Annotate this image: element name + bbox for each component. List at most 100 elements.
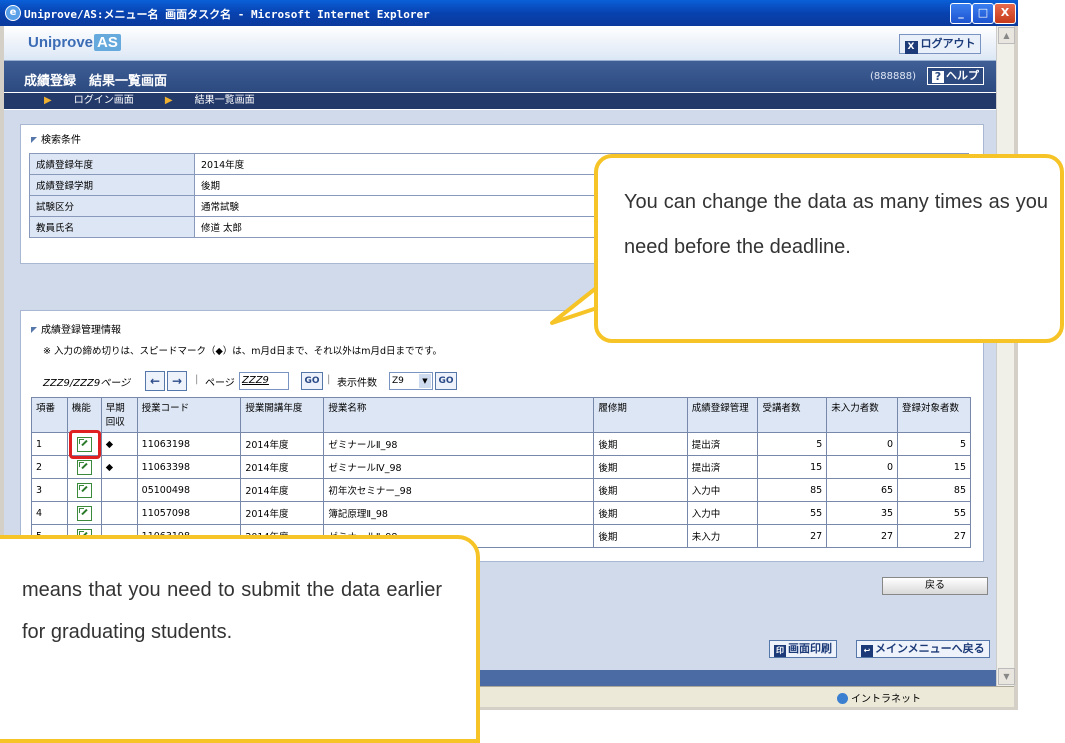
edit-icon[interactable]	[76, 505, 92, 521]
table-row: 4 11057098 2014年度 簿記原理Ⅱ_98 後期 入力中 55 35 …	[31, 501, 971, 525]
table-row: 1 ◆ 11063198 2014年度 ゼミナールⅡ_98 後期 提出済 5 0…	[31, 432, 971, 456]
maximize-button[interactable]: □	[972, 3, 994, 24]
manage-panel: 成績登録管理情報 ※ 入力の締め切りは、スピードマーク（◆）は、m月d日まで、そ…	[20, 310, 984, 562]
course-table: 項番 機能 早期回収 授業コード 授業開講年度 授業名称 履修期 成績登録管理 …	[31, 397, 971, 548]
column-header: 項番	[31, 397, 68, 433]
column-header: 受講者数	[757, 397, 828, 433]
return-icon: ↩	[861, 645, 873, 657]
condition-key: 教員氏名	[29, 216, 195, 238]
grade-status: 入力中	[686, 478, 759, 502]
minimize-button[interactable]: _	[950, 3, 972, 24]
security-zone: イントラネット	[837, 690, 921, 705]
course-year: 2014年度	[240, 501, 325, 525]
early-collection-mark	[100, 478, 138, 502]
per-page-label: 表示件数	[337, 378, 377, 389]
column-header: 授業名称	[323, 397, 595, 433]
edit-icon[interactable]	[76, 459, 92, 475]
function-cell	[66, 501, 102, 525]
course-name: ゼミナールⅣ_98	[323, 455, 595, 479]
course-term: 後期	[593, 432, 688, 456]
pager-divider: |	[195, 374, 199, 385]
ie-icon: e	[5, 5, 21, 21]
globe-icon	[837, 693, 848, 704]
grade-status: 未入力	[686, 524, 759, 548]
missing-count: 35	[826, 501, 899, 525]
course-code: 11063198	[136, 432, 242, 456]
course-term: 後期	[593, 524, 688, 548]
enrolled-count: 85	[757, 478, 828, 502]
course-term: 後期	[593, 455, 688, 479]
enrolled-count: 55	[757, 501, 828, 525]
column-header: 機能	[66, 397, 102, 433]
enrolled-count: 15	[757, 455, 828, 479]
course-name: 簿記原理Ⅱ_98	[323, 501, 595, 525]
logout-button[interactable]: X ログアウト	[899, 34, 981, 54]
scroll-down-icon[interactable]: ▼	[998, 668, 1015, 685]
course-code: 11057098	[136, 501, 242, 525]
condition-key: 成績登録年度	[29, 153, 195, 175]
per-page-go-button[interactable]: GO	[435, 372, 457, 390]
row-number: 1	[31, 432, 68, 456]
pager-divider: |	[327, 374, 331, 385]
corner-icon	[31, 137, 37, 143]
print-button[interactable]: 印画面印刷	[769, 640, 837, 658]
table-row: 3 05100498 2014年度 初年次セミナー_98 後期 入力中 85 6…	[31, 478, 971, 502]
column-header: 早期回収	[100, 397, 138, 433]
breadcrumb-item-login[interactable]: ▶ ログイン画面	[24, 95, 134, 106]
column-header: 登録対象者数	[897, 397, 971, 433]
corner-icon	[31, 327, 37, 333]
column-header: 成績登録管理	[686, 397, 759, 433]
prev-page-button[interactable]: ←	[145, 371, 165, 391]
window-title: Uniprove/AS:メニュー名 画面タスク名 - Microsoft Int…	[24, 8, 430, 21]
condition-key: 試験区分	[29, 195, 195, 217]
page-go-button[interactable]: GO	[301, 372, 323, 390]
page-input[interactable]: ZZZ9	[239, 372, 289, 390]
scroll-up-icon[interactable]: ▲	[998, 27, 1015, 44]
user-id: (888888)	[870, 71, 916, 82]
close-icon: X	[904, 41, 918, 54]
help-icon: ?	[932, 71, 944, 83]
course-code: 05100498	[136, 478, 242, 502]
early-collection-mark: ◆	[100, 432, 138, 456]
triangle-icon: ▶	[44, 95, 52, 106]
page-title: 成績登録 結果一覧画面	[24, 74, 168, 89]
missing-count: 0	[826, 432, 899, 456]
next-page-button[interactable]: →	[167, 371, 187, 391]
per-page-select[interactable]: Z9 ▼	[389, 372, 433, 390]
table-header-row: 項番 機能 早期回収 授業コード 授業開講年度 授業名称 履修期 成績登録管理 …	[31, 397, 971, 433]
page-label: ページ	[205, 378, 235, 389]
chevron-down-icon: ▼	[419, 374, 431, 388]
deadline-note: ※ 入力の締め切りは、スピードマーク（◆）は、m月d日まで、それ以外はm月d日ま…	[43, 346, 443, 357]
breadcrumb: ▶ ログイン画面 ▶ 結果一覧画面	[4, 93, 997, 109]
page-count: ZZZ9/ZZZ9ページ	[43, 378, 130, 389]
close-button[interactable]: X	[994, 3, 1016, 24]
help-label: ヘルプ	[946, 69, 979, 82]
target-count: 85	[897, 478, 971, 502]
search-panel-title: 検索条件	[31, 131, 81, 146]
column-header: 履修期	[593, 397, 688, 433]
vertical-scrollbar[interactable]: ▲ ▼	[996, 26, 1015, 686]
target-count: 55	[897, 501, 971, 525]
app-header: Uniprove AS X ログアウト	[4, 26, 997, 61]
column-header: 未入力者数	[826, 397, 899, 433]
pager: ZZZ9/ZZZ9ページ ← → | ページ ZZZ9 GO | 表示件数 Z9…	[43, 371, 503, 391]
window-titlebar: e Uniprove/AS:メニュー名 画面タスク名 - Microsoft I…	[0, 0, 1018, 26]
course-year: 2014年度	[240, 432, 325, 456]
help-button[interactable]: ? ヘルプ	[927, 67, 984, 85]
breadcrumb-item-results[interactable]: ▶ 結果一覧画面	[145, 95, 255, 106]
early-collection-mark: ◆	[100, 455, 138, 479]
course-year: 2014年度	[240, 478, 325, 502]
grade-status: 入力中	[686, 501, 759, 525]
column-header: 授業コード	[136, 397, 242, 433]
uniprove-logo: Uniprove AS	[28, 34, 121, 51]
back-button[interactable]: 戻る	[882, 577, 988, 595]
target-count: 27	[897, 524, 971, 548]
target-count: 5	[897, 432, 971, 456]
row-number: 4	[31, 501, 68, 525]
enrolled-count: 27	[757, 524, 828, 548]
edit-icon[interactable]	[76, 482, 92, 498]
main-menu-button[interactable]: ↩ メインメニューへ戻る	[856, 640, 990, 658]
logo-as: AS	[94, 34, 121, 51]
early-callout-text: means that you need to submit the data e…	[22, 579, 442, 643]
function-cell	[66, 478, 102, 502]
